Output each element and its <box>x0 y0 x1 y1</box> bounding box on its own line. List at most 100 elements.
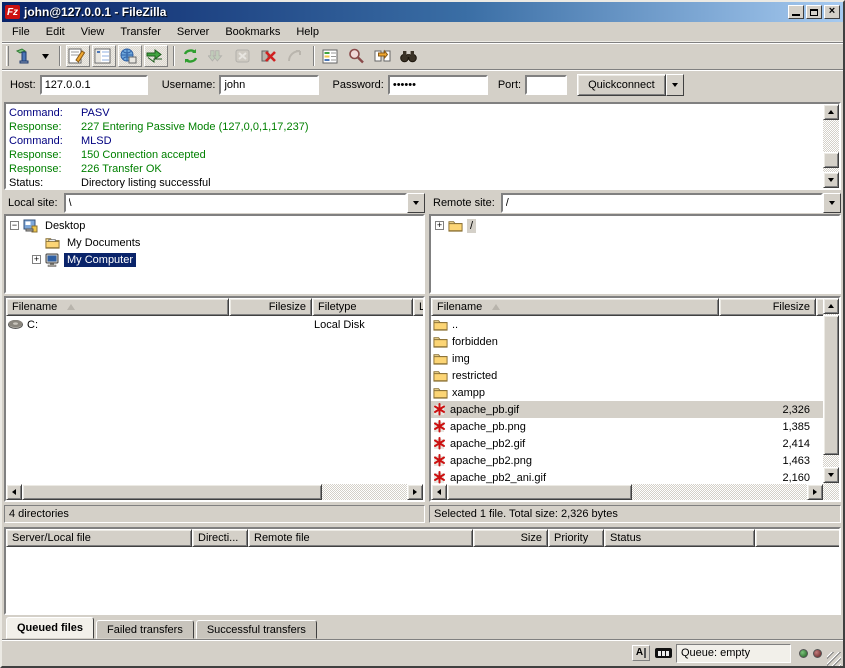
file-row-apache-pb2-png[interactable]: apache_pb2.png1,463 <box>431 452 823 469</box>
scroll-thumb[interactable] <box>447 484 632 500</box>
refresh-button[interactable] <box>180 45 204 67</box>
remote-site-dropdown-button[interactable] <box>823 193 841 213</box>
synchronized-browsing-button[interactable] <box>372 45 396 67</box>
file-row-apache-pb-png[interactable]: apache_pb.png1,385 <box>431 418 823 435</box>
toolbar-grip[interactable] <box>6 46 9 66</box>
cancel-operation-button[interactable] <box>232 45 256 67</box>
column-header-server-local-file[interactable]: Server/Local file <box>6 529 192 547</box>
scroll-thumb[interactable] <box>823 315 839 455</box>
expand-icon[interactable]: + <box>32 255 41 264</box>
menu-item-file[interactable]: File <box>4 24 38 40</box>
column-header-l[interactable]: L <box>413 298 425 316</box>
menu-item-help[interactable]: Help <box>288 24 327 40</box>
filezilla-window: Fz john@127.0.0.1 - FileZilla × FileEdit… <box>0 0 845 668</box>
file-row-img[interactable]: img <box>431 350 823 367</box>
scroll-left-button[interactable] <box>6 484 22 500</box>
tree-item-my-documents[interactable]: My Documents <box>6 234 423 251</box>
column-header-directi-[interactable]: Directi... <box>192 529 248 547</box>
scroll-right-button[interactable] <box>407 484 423 500</box>
local-site-dropdown-button[interactable] <box>407 193 425 213</box>
scroll-down-button[interactable] <box>823 172 839 188</box>
scroll-thumb[interactable] <box>22 484 322 500</box>
menu-item-edit[interactable]: Edit <box>38 24 73 40</box>
menu-item-bookmarks[interactable]: Bookmarks <box>217 24 288 40</box>
tab-successful-transfers[interactable]: Successful transfers <box>196 620 317 639</box>
toggle-local-tree-button[interactable] <box>92 45 116 67</box>
column-header-filetype[interactable]: Filetype <box>312 298 413 316</box>
column-header-size[interactable]: Size <box>473 529 548 547</box>
ascii-transfer-type-icon[interactable]: A <box>632 645 650 661</box>
maximize-icon <box>810 9 818 16</box>
reconnect-button[interactable] <box>284 45 308 67</box>
scroll-down-button[interactable] <box>823 467 839 483</box>
arrow-right-icon <box>413 489 417 495</box>
process-queue-button[interactable] <box>206 45 230 67</box>
disconnect-button[interactable] <box>258 45 282 67</box>
password-input[interactable] <box>388 75 488 95</box>
close-button[interactable]: × <box>824 5 840 19</box>
compare-directories-button[interactable] <box>398 45 422 67</box>
column-header-filesize[interactable]: Filesize <box>229 298 312 316</box>
file-search-button[interactable] <box>346 45 370 67</box>
log-line-text: Directory listing successful <box>81 176 211 190</box>
file-row-apache-pb2-gif[interactable]: apache_pb2.gif2,414 <box>431 435 823 452</box>
message-log-scrollbar[interactable] <box>823 104 839 188</box>
local-directory-tree: −DesktopMy Documents+My Computer <box>4 214 425 294</box>
username-input[interactable] <box>219 75 319 95</box>
maximize-button[interactable] <box>806 5 822 19</box>
quickconnect-dropdown-button[interactable] <box>666 74 684 96</box>
filter-button[interactable] <box>320 45 344 67</box>
column-header-priority[interactable]: Priority <box>548 529 604 547</box>
file-row-c-[interactable]: C:Local Disk <box>6 316 423 333</box>
file-row-apache-pb2-ani-gif[interactable]: apache_pb2_ani.gif2,160 <box>431 469 823 484</box>
column-header-filename[interactable]: Filename <box>431 298 719 316</box>
remote-site-input[interactable] <box>501 193 823 213</box>
site-manager-button[interactable] <box>14 45 38 67</box>
menu-item-view[interactable]: View <box>73 24 113 40</box>
file-row-xampp[interactable]: xampp <box>431 384 823 401</box>
port-input[interactable] <box>525 75 567 95</box>
column-header-blank[interactable] <box>755 529 841 547</box>
site-manager-dropdown[interactable] <box>40 45 54 67</box>
tree-item-my-computer[interactable]: +My Computer <box>6 251 423 268</box>
speed-limit-icon[interactable] <box>654 645 672 661</box>
menu-item-transfer[interactable]: Transfer <box>112 24 169 40</box>
menu-item-server[interactable]: Server <box>169 24 217 40</box>
scroll-thumb[interactable] <box>823 152 839 168</box>
collapse-icon[interactable]: − <box>10 221 19 230</box>
cell-filesize: 2,160 <box>719 472 816 484</box>
file-row-restricted[interactable]: restricted <box>431 367 823 384</box>
scroll-left-button[interactable] <box>431 484 447 500</box>
cell-filename: forbidden <box>431 335 719 348</box>
column-header-status[interactable]: Status <box>604 529 755 547</box>
expand-icon[interactable]: + <box>435 221 444 230</box>
host-input[interactable] <box>40 75 148 95</box>
scroll-up-button[interactable] <box>823 298 839 314</box>
sync-browse-icon <box>374 48 391 64</box>
scroll-right-button[interactable] <box>807 484 823 500</box>
toggle-message-log-button[interactable] <box>66 45 90 67</box>
remote-file-list: FilenameFilesize .. forbidden imgrestricte… <box>429 296 841 502</box>
remote-horizontal-scrollbar[interactable] <box>431 484 823 500</box>
tab-queued-files[interactable]: Queued files <box>6 617 94 639</box>
tree-item--[interactable]: +/ <box>431 217 839 234</box>
file-row-apache-pb-gif[interactable]: apache_pb.gif2,326 <box>431 401 823 418</box>
tab-failed-transfers[interactable]: Failed transfers <box>96 620 194 639</box>
file-row--[interactable]: .. <box>431 316 823 333</box>
remote-vertical-scrollbar[interactable] <box>823 298 839 500</box>
resize-grip[interactable] <box>827 652 841 666</box>
local-site-input[interactable] <box>64 193 407 213</box>
local-horizontal-scrollbar[interactable] <box>6 484 423 500</box>
file-row-forbidden[interactable]: forbidden <box>431 333 823 350</box>
column-header-remote-file[interactable]: Remote file <box>248 529 473 547</box>
minimize-button[interactable] <box>788 5 804 19</box>
filename-text: apache_pb2.png <box>450 455 532 467</box>
toggle-remote-tree-button[interactable] <box>118 45 142 67</box>
tree-item-desktop[interactable]: −Desktop <box>6 217 423 234</box>
scroll-up-button[interactable] <box>823 104 839 120</box>
column-header-filesize[interactable]: Filesize <box>719 298 816 316</box>
toggle-transfer-queue-button[interactable] <box>144 45 168 67</box>
column-header-filename[interactable]: Filename <box>6 298 229 316</box>
username-label: Username: <box>162 79 216 91</box>
quickconnect-button[interactable]: Quickconnect <box>577 74 666 96</box>
